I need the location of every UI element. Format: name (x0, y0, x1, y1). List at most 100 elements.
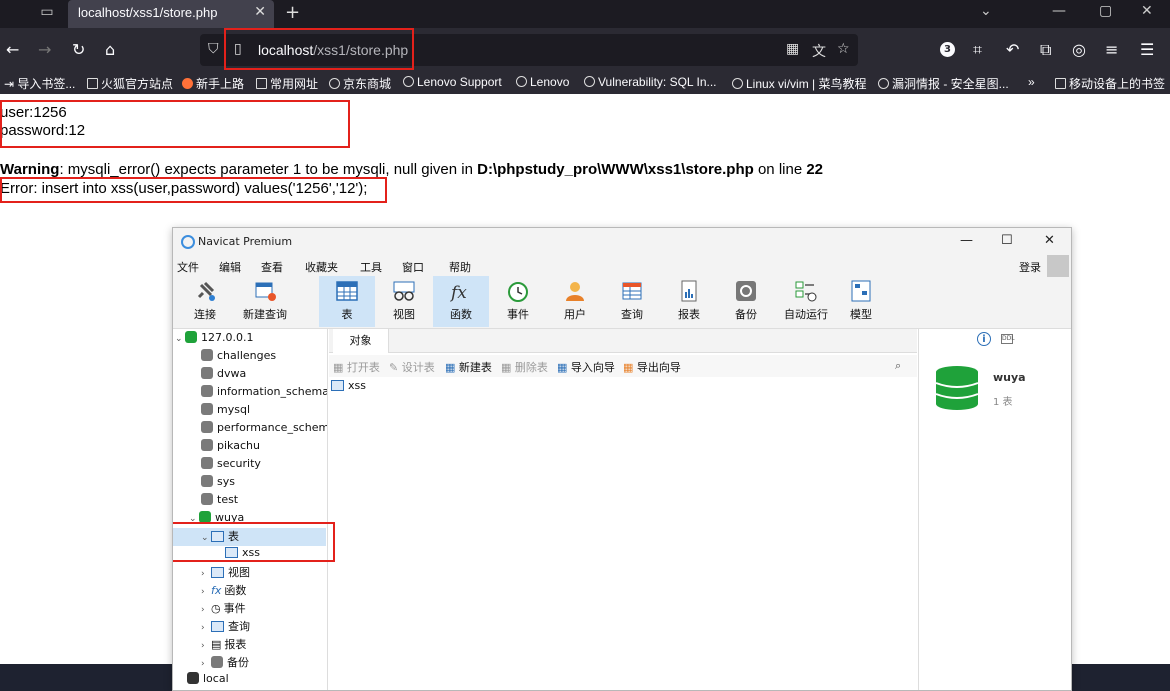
toolbar-user-button[interactable]: 用户 (547, 276, 603, 327)
navicat-minimize-icon[interactable]: — (960, 233, 973, 248)
tree-wuya-backups[interactable]: › 备份 (201, 654, 249, 672)
new-tab-icon[interactable]: + (285, 2, 300, 23)
tab-overflow-icon[interactable]: ⌄ (980, 3, 992, 19)
tree-connection-127[interactable]: ⌄ 127.0.0.1 (175, 331, 253, 349)
bookmark-import[interactable]: ⇥ 导入书签... (4, 75, 75, 92)
menu-icon[interactable]: ☰ (1140, 40, 1154, 59)
connection-icon (185, 331, 197, 343)
open-table-button[interactable]: ▦ 打开表 (333, 359, 380, 375)
close-window-icon[interactable]: ✕ (1141, 3, 1153, 19)
minimize-icon[interactable]: — (1052, 3, 1066, 19)
toolbar-report-button[interactable]: 报表 (661, 276, 717, 327)
tab-list-icon[interactable]: ▭ (36, 4, 58, 24)
database-icon (201, 367, 213, 379)
tree-db-information-schema[interactable]: information_schema (201, 385, 327, 403)
toolbar-model-button[interactable]: 模型 (833, 276, 889, 327)
tree-connection-local[interactable]: local (187, 672, 229, 690)
object-item-xss[interactable]: xss (331, 379, 366, 397)
table-icon (331, 380, 344, 391)
bookmark-vulnerability-sql[interactable]: Vulnerability: SQL In... (584, 75, 717, 89)
bookmark-vuln-intel[interactable]: 漏洞情报 - 安全星图... (878, 75, 1009, 92)
globe-icon (584, 76, 595, 87)
tree-wuya-queries[interactable]: › 查询 (201, 618, 250, 636)
menu-window[interactable]: 窗口 (402, 259, 424, 275)
info-icon[interactable]: i (977, 332, 991, 346)
back-icon[interactable]: ← (6, 40, 19, 59)
plug-icon (197, 281, 215, 301)
toolbar-backup-button[interactable]: 备份 (718, 276, 774, 327)
tree-db-pikachu[interactable]: pikachu (201, 439, 260, 457)
toolbar-table-button[interactable]: 表 (319, 276, 375, 327)
event-clock-icon: ◷ (211, 602, 221, 615)
import-wizard-button[interactable]: ▦ 导入向导 (557, 359, 615, 375)
tree-db-performance-schema[interactable]: performance_schema (201, 421, 327, 439)
toolbar-event-button[interactable]: 事件 (490, 276, 546, 327)
bookmark-jd[interactable]: 京东商城 (329, 75, 391, 92)
bookmark-getting-started[interactable]: 新手上路 (182, 75, 244, 92)
tab-close-icon[interactable]: ✕ (254, 4, 266, 20)
maximize-icon[interactable]: ▢ (1099, 3, 1112, 19)
tree-wuya-views[interactable]: › 视图 (201, 564, 250, 582)
info-db-name: wuya (993, 371, 1026, 384)
tree-wuya-events[interactable]: › ◷ 事件 (201, 600, 246, 618)
shield-icon[interactable]: ⛉ (208, 41, 219, 57)
bookmark-lenovo-support[interactable]: Lenovo Support (403, 75, 502, 89)
menu-edit[interactable]: 编辑 (219, 259, 241, 275)
translate-icon[interactable]: 文 (812, 41, 826, 61)
browser-tab[interactable]: localhost/xss1/store.php ✕ (68, 0, 274, 28)
menu-tools[interactable]: 工具 (360, 259, 382, 275)
forward-icon[interactable]: → (38, 40, 51, 59)
new-table-button[interactable]: ▦ 新建表 (445, 359, 492, 375)
database-icon (201, 385, 213, 397)
menu-help[interactable]: 帮助 (449, 259, 471, 275)
bookmark-mobile[interactable]: 移动设备上的书签 (1055, 75, 1165, 92)
toolbar-view-button[interactable]: 视图 (376, 276, 432, 327)
sidebar-tools-icon[interactable]: ≡ (1105, 40, 1118, 59)
chevron-right-icon: › (201, 569, 205, 579)
tab-objects[interactable]: 对象 (333, 329, 389, 353)
tree-db-security[interactable]: security (201, 457, 261, 475)
tree-db-challenges[interactable]: challenges (201, 349, 276, 367)
ddl-icon[interactable]: DDL (1001, 334, 1015, 344)
extensions-icon[interactable]: ⧉ (1040, 40, 1051, 60)
toolbar-function-button[interactable]: fx 函数 (433, 276, 489, 327)
tree-db-sys[interactable]: sys (201, 475, 235, 493)
home-icon[interactable]: ⌂ (105, 40, 115, 59)
toolbar-new-query-button[interactable]: 新建查询 (237, 276, 293, 327)
function-icon: fx (211, 584, 222, 597)
menu-file[interactable]: 文件 (177, 259, 199, 275)
tree-wuya-functions[interactable]: › fx 函数 (201, 582, 246, 600)
menu-view[interactable]: 查看 (261, 259, 283, 275)
crop-icon[interactable]: ⌗ (973, 40, 982, 60)
bookmarks-overflow-icon[interactable]: » (1028, 75, 1035, 89)
bookmark-lenovo[interactable]: Lenovo (516, 75, 569, 89)
palette-icon[interactable]: ◎ (1072, 40, 1086, 59)
delete-table-button[interactable]: ▦ 删除表 (501, 359, 548, 375)
bookmark-star-icon[interactable]: ☆ (837, 41, 850, 57)
menu-favorites[interactable]: 收藏夹 (305, 259, 338, 275)
chevron-right-icon: › (201, 623, 205, 633)
extension-badge-icon[interactable]: 3 (940, 42, 955, 57)
reload-icon[interactable]: ↻ (72, 40, 85, 59)
navicat-maximize-icon[interactable]: ☐ (1001, 233, 1013, 248)
navicat-title-bar: Navicat Premium — ☐ ✕ (173, 228, 1071, 256)
login-link[interactable]: 登录 (1019, 259, 1041, 275)
bookmark-firefox-site[interactable]: 火狐官方站点 (87, 75, 173, 92)
bookmark-linux-vim[interactable]: Linux vi/vim | 菜鸟教程 (732, 75, 866, 92)
navicat-toolbar: 连接 新建查询 表 视图 fx 函数 事件 用户 查询 报表 备份 自动运行 模… (173, 276, 1071, 328)
tree-wuya-reports[interactable]: › ▤ 报表 (201, 636, 246, 654)
bookmark-common-sites[interactable]: 常用网址 (256, 75, 318, 92)
navicat-close-icon[interactable]: ✕ (1044, 233, 1055, 248)
export-wizard-button[interactable]: ▦ 导出向导 (623, 359, 681, 375)
tree-db-dvwa[interactable]: dvwa (201, 367, 246, 385)
toolbar-automation-button[interactable]: 自动运行 (775, 276, 837, 327)
tree-db-mysql[interactable]: mysql (201, 403, 250, 421)
qr-code-icon[interactable]: ▦ (786, 41, 799, 57)
search-icon[interactable]: ⌕ (895, 359, 901, 373)
toolbar-query-button[interactable]: 查询 (604, 276, 660, 327)
toolbar-connect-button[interactable]: 连接 (177, 276, 233, 327)
avatar[interactable] (1047, 255, 1069, 277)
undo-icon[interactable]: ↶ (1006, 40, 1019, 59)
design-table-button[interactable]: ✎ 设计表 (389, 359, 435, 375)
tree-db-test[interactable]: test (201, 493, 238, 511)
